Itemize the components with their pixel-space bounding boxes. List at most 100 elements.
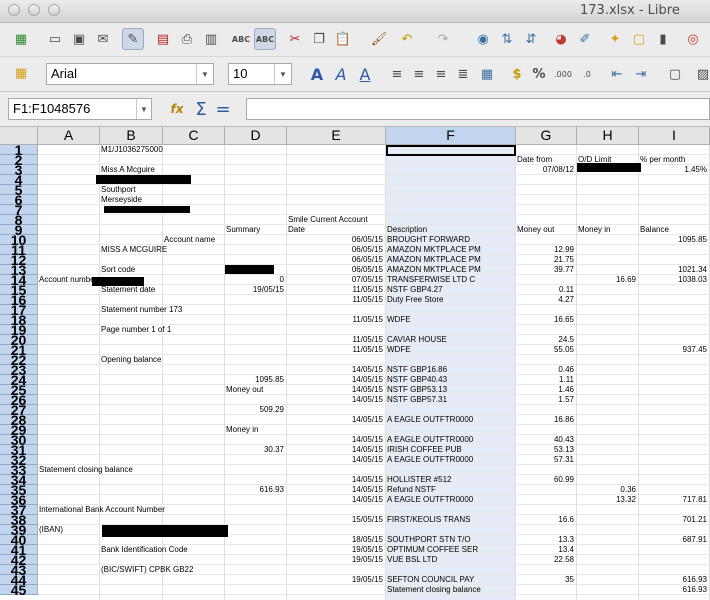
sort-ascending-icon[interactable]: ⇅ xyxy=(496,28,518,50)
italic-icon[interactable]: A xyxy=(330,63,352,85)
cell-f24[interactable]: NSTF GBP40.43 xyxy=(387,375,447,385)
cell-i40[interactable]: 687.91 xyxy=(639,535,707,545)
help-icon[interactable]: ◎ xyxy=(682,28,704,50)
currency-icon[interactable]: $ xyxy=(506,63,528,85)
cell-g25[interactable]: 1.46 xyxy=(516,385,574,395)
cell-d9[interactable]: Summary xyxy=(226,225,260,235)
equals-icon[interactable]: = xyxy=(212,98,234,120)
paste-icon[interactable]: 📋 xyxy=(332,28,354,50)
percent-icon[interactable]: % xyxy=(528,63,550,85)
cell-i10[interactable]: 1095.85 xyxy=(639,235,707,245)
cell-e36[interactable]: 14/05/15 xyxy=(287,495,383,505)
justify-icon[interactable]: ≣ xyxy=(452,63,474,85)
cell-g21[interactable]: 55.05 xyxy=(516,345,574,355)
column-header-f[interactable]: F xyxy=(386,127,516,145)
background-color-icon[interactable]: ▨ xyxy=(692,63,710,85)
cell-e26[interactable]: 14/05/15 xyxy=(287,395,383,405)
cell-e25[interactable]: 14/05/15 xyxy=(287,385,383,395)
cell-g11[interactable]: 12.99 xyxy=(516,245,574,255)
cell-e31[interactable]: 14/05/15 xyxy=(287,445,383,455)
column-header-h[interactable]: H xyxy=(577,127,639,145)
sum-icon[interactable]: Σ xyxy=(190,98,212,120)
cell-e14[interactable]: 07/05/15 xyxy=(287,275,383,285)
cell-d31[interactable]: 30.37 xyxy=(225,445,284,455)
cell-g12[interactable]: 21.75 xyxy=(516,255,574,265)
cell-f21[interactable]: WDFE xyxy=(387,345,411,355)
cell-g15[interactable]: 0.11 xyxy=(516,285,574,295)
cell-f38[interactable]: FIRST/KEOLIS TRANS xyxy=(387,515,470,525)
formula-input[interactable] xyxy=(246,98,710,120)
cell-f44[interactable]: SEFTON COUNCIL PAY xyxy=(387,575,474,585)
cell-f35[interactable]: Refund NSTF xyxy=(387,485,436,495)
name-box[interactable]: F1:F1048576 ▼ xyxy=(8,98,152,120)
styles-icon[interactable]: ▦ xyxy=(10,62,32,84)
cell-d15[interactable]: 19/05/15 xyxy=(225,285,284,295)
cell-f40[interactable]: SOUTHPORT STN T/O xyxy=(387,535,471,545)
cell-f14[interactable]: TRANSFERWISE LTD C xyxy=(387,275,475,285)
cell-e35[interactable]: 14/05/15 xyxy=(287,485,383,495)
cell-g3[interactable]: 07/08/12 xyxy=(516,165,574,175)
cell-b41[interactable]: Bank Identification Code xyxy=(101,545,188,555)
cell-e40[interactable]: 18/05/15 xyxy=(287,535,383,545)
cell-h9[interactable]: Money in xyxy=(578,225,610,235)
cell-g16[interactable]: 4.27 xyxy=(516,295,574,305)
cell-g42[interactable]: 22.58 xyxy=(516,555,574,565)
cell-e13[interactable]: 06/05/15 xyxy=(287,265,383,275)
cell-d29[interactable]: Money in xyxy=(226,425,258,435)
save-icon[interactable]: ▣ xyxy=(68,28,90,50)
cell-b1[interactable]: M1/J1036275000 xyxy=(101,145,163,155)
column-header-a[interactable]: A xyxy=(38,127,100,145)
cell-e42[interactable]: 19/05/15 xyxy=(287,555,383,565)
column-header-e[interactable]: E xyxy=(287,127,386,145)
cell-g23[interactable]: 0.46 xyxy=(516,365,574,375)
cell-b19[interactable]: Page number 1 of 1 xyxy=(101,325,171,335)
chevron-down-icon[interactable]: ▼ xyxy=(196,64,213,84)
cell-b11[interactable]: MISS A MCGUIRE xyxy=(101,245,167,255)
cell-g26[interactable]: 1.57 xyxy=(516,395,574,405)
column-header-i[interactable]: I xyxy=(639,127,710,145)
cell-e24[interactable]: 14/05/15 xyxy=(287,375,383,385)
draw-icon[interactable]: ✐ xyxy=(574,28,596,50)
cell-e15[interactable]: 11/05/15 xyxy=(287,285,383,295)
cell-e28[interactable]: 14/05/15 xyxy=(287,415,383,425)
cell-g38[interactable]: 16.6 xyxy=(516,515,574,525)
cell-f10[interactable]: BROUGHT FORWARD xyxy=(387,235,470,245)
cell-e8[interactable]: Smile Current Account xyxy=(288,215,368,225)
sort-descending-icon[interactable]: ⇵ xyxy=(520,28,542,50)
cell-g34[interactable]: 60.99 xyxy=(516,475,574,485)
cell-b13[interactable]: Sort code xyxy=(101,265,135,275)
cell-b43[interactable]: (BIC/SWIFT) CPBK GB22 xyxy=(101,565,193,575)
cell-e23[interactable]: 14/05/15 xyxy=(287,365,383,375)
clone-format-icon[interactable]: 🖌 xyxy=(368,28,390,50)
cell-d35[interactable]: 616.93 xyxy=(225,485,284,495)
cell-i9[interactable]: Balance xyxy=(640,225,669,235)
cell-i3[interactable]: 1.45% xyxy=(639,165,707,175)
cell-a37[interactable]: International Bank Account Number xyxy=(39,505,165,515)
column-header-d[interactable]: D xyxy=(225,127,287,145)
merge-cells-icon[interactable]: ▦ xyxy=(476,63,498,85)
cell-f15[interactable]: NSTF GBP4.27 xyxy=(387,285,443,295)
cell-e30[interactable]: 14/05/15 xyxy=(287,435,383,445)
cell-g30[interactable]: 40.43 xyxy=(516,435,574,445)
cell-f11[interactable]: AMAZON MKTPLACE PM xyxy=(387,245,481,255)
cell-e16[interactable]: 11/05/15 xyxy=(287,295,383,305)
new-icon[interactable]: ▦ xyxy=(10,28,32,50)
cell-f18[interactable]: WDFE xyxy=(387,315,411,325)
row-header-45[interactable]: 45 xyxy=(0,583,38,597)
cell-e12[interactable]: 06/05/15 xyxy=(287,255,383,265)
cell-d24[interactable]: 1095.85 xyxy=(225,375,284,385)
cell-f28[interactable]: A EAGLE OUTFTR0000 xyxy=(387,415,473,425)
cell-d14[interactable]: 0 xyxy=(225,275,284,285)
cell-g13[interactable]: 39.77 xyxy=(516,265,574,275)
cell-i2[interactable]: % per month xyxy=(640,155,685,165)
cell-a14[interactable]: Account number xyxy=(39,275,97,285)
align-right-icon[interactable]: ≡ xyxy=(430,63,452,85)
cell-h14[interactable]: 16.69 xyxy=(577,275,636,285)
email-icon[interactable]: ✉ xyxy=(92,28,114,50)
autospellcheck-icon[interactable]: ABC xyxy=(254,28,276,50)
add-decimal-icon[interactable]: .0 xyxy=(576,63,598,85)
cell-f25[interactable]: NSTF GBP53.13 xyxy=(387,385,447,395)
cut-icon[interactable]: ✂ xyxy=(284,28,306,50)
align-left-icon[interactable]: ≡ xyxy=(386,63,408,85)
cell-e9[interactable]: Date xyxy=(288,225,305,235)
